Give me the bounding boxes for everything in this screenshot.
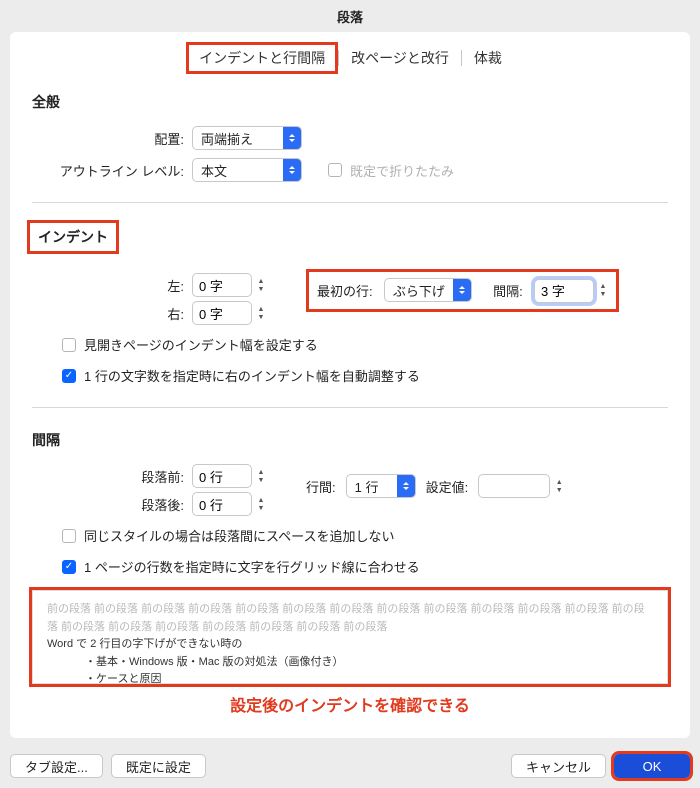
after-input[interactable] (192, 492, 252, 516)
preview-line2: ・基本・Windows 版・Mac 版の対処法（画像付き） (47, 654, 653, 672)
tabs-settings-button[interactable]: タブ設定... (10, 754, 103, 778)
divider (32, 407, 668, 408)
chevron-down-icon: ▼ (598, 291, 608, 299)
chevron-up-icon: ▲ (598, 283, 608, 291)
firstline-gap-stepper[interactable]: ▲▼ (534, 279, 608, 303)
firstline-label: 最初の行: (317, 284, 373, 299)
chevron-down-icon: ▼ (256, 476, 266, 484)
after-stepper[interactable]: ▲▼ (192, 492, 266, 516)
row-outline: アウトライン レベル: 本文 既定で折りたたみ (32, 158, 668, 182)
indent-left-input[interactable] (192, 273, 252, 297)
firstline-gap-label: 間隔: (493, 284, 523, 299)
dialog-title: 段落 (337, 7, 363, 26)
chevron-up-icon: ▲ (256, 305, 266, 313)
collapse-label: 既定で折りたたみ (350, 161, 454, 180)
tab-indent-spacing[interactable]: インデントと行間隔 (186, 42, 338, 74)
firstline-gap-input[interactable] (534, 279, 594, 303)
stepper-arrows[interactable]: ▲▼ (554, 478, 564, 494)
chevron-down-icon: ▼ (256, 313, 266, 321)
line-spacing-value: 1 行 (346, 474, 416, 498)
dialog-footer: タブ設定... 既定に設定 キャンセル OK (0, 746, 700, 788)
chevron-up-icon: ▲ (554, 478, 564, 486)
chevron-down-icon: ▼ (256, 285, 266, 293)
section-general-title: 全般 (32, 92, 668, 112)
cancel-button[interactable]: キャンセル (511, 754, 606, 778)
alignment-label: 配置: (32, 129, 192, 148)
after-label: 段落後: (32, 495, 192, 514)
section-indent-title: インデント (32, 225, 114, 249)
collapse-checkbox (328, 163, 342, 177)
annotation-text: 設定後のインデントを確認できる (32, 692, 668, 716)
divider (32, 202, 668, 203)
indent-area: 左: ▲▼ 右: ▲▼ 最初の行: (32, 269, 668, 329)
snap-label: 1 ページの行数を指定時に文字を行グリッド線に合わせる (84, 557, 420, 576)
line-spacing-select[interactable]: 1 行 (346, 474, 416, 498)
stepper-arrows[interactable]: ▲▼ (256, 468, 266, 484)
snap-row[interactable]: ✓ 1 ページの行数を指定時に文字を行グリッド線に合わせる (62, 557, 668, 576)
nosame-checkbox[interactable] (62, 529, 76, 543)
tab-bar: インデントと行間隔 改ページと改行 体裁 (32, 42, 668, 74)
indent-right-stepper[interactable]: ▲▼ (192, 301, 266, 325)
before-input[interactable] (192, 464, 252, 488)
mirror-checkbox[interactable] (62, 338, 76, 352)
ok-button[interactable]: OK (614, 754, 690, 778)
indent-firstline-group: 最初の行: ぶら下げ 間隔: ▲▼ (306, 269, 619, 312)
chevron-up-icon: ▲ (256, 468, 266, 476)
stepper-arrows[interactable]: ▲▼ (256, 496, 266, 512)
line-spacing-label: 行間: (306, 477, 336, 496)
alignment-value: 両端揃え (192, 126, 302, 150)
nosame-row[interactable]: 同じスタイルの場合は段落間にスペースを追加しない (62, 526, 668, 545)
indent-left-label: 左: (32, 276, 192, 295)
nosame-label: 同じスタイルの場合は段落間にスペースを追加しない (84, 526, 394, 545)
row-alignment: 配置: 両端揃え (32, 126, 668, 150)
auto-checkbox[interactable]: ✓ (62, 369, 76, 383)
tab-page-breaks[interactable]: 改ページと改行 (339, 44, 461, 72)
outline-label: アウトライン レベル: (32, 161, 192, 180)
stepper-arrows[interactable]: ▲▼ (598, 283, 608, 299)
dialog-content: インデントと行間隔 改ページと改行 体裁 全般 配置: 両端揃え アウトライン … (10, 32, 690, 738)
auto-label: 1 行の文字数を指定時に右のインデント幅を自動調整する (84, 366, 420, 385)
outline-value: 本文 (192, 158, 302, 182)
indent-left-stepper[interactable]: ▲▼ (192, 273, 266, 297)
snap-checkbox[interactable]: ✓ (62, 560, 76, 574)
set-value-stepper[interactable]: ▲▼ (478, 474, 564, 498)
preview-ghost: 前の段落 前の段落 前の段落 前の段落 前の段落 前の段落 前の段落 前の段落 … (47, 601, 653, 636)
preview-line3: ・ケースと原因 (47, 671, 653, 684)
indent-right-label: 右: (32, 304, 192, 323)
auto-indent-row[interactable]: ✓ 1 行の文字数を指定時に右のインデント幅を自動調整する (62, 366, 668, 385)
alignment-select[interactable]: 両端揃え (192, 126, 302, 150)
preview-box: 前の段落 前の段落 前の段落 前の段落 前の段落 前の段落 前の段落 前の段落 … (32, 590, 668, 684)
before-stepper[interactable]: ▲▼ (192, 464, 266, 488)
set-value-label: 設定値: (426, 477, 469, 496)
section-spacing-title: 間隔 (32, 430, 668, 450)
chevron-up-icon: ▲ (256, 496, 266, 504)
chevron-down-icon: ▼ (554, 486, 564, 494)
set-value-input[interactable] (478, 474, 550, 498)
stepper-arrows[interactable]: ▲▼ (256, 305, 266, 321)
tab-typography[interactable]: 体裁 (462, 44, 514, 72)
mirror-label: 見開きページのインデント幅を設定する (84, 335, 318, 354)
outline-select[interactable]: 本文 (192, 158, 302, 182)
preview-line1: Word で 2 行目の字下げができない時の (47, 636, 653, 654)
stepper-arrows[interactable]: ▲▼ (256, 277, 266, 293)
indent-right-input[interactable] (192, 301, 252, 325)
firstline-value: ぶら下げ (384, 278, 472, 302)
set-default-button[interactable]: 既定に設定 (111, 754, 206, 778)
dialog-window: 段落 インデントと行間隔 改ページと改行 体裁 全般 配置: 両端揃え アウトラ… (0, 0, 700, 788)
before-label: 段落前: (32, 467, 192, 486)
mirror-indent-row[interactable]: 見開きページのインデント幅を設定する (62, 335, 668, 354)
chevron-up-icon: ▲ (256, 277, 266, 285)
titlebar: 段落 (0, 0, 700, 32)
chevron-down-icon: ▼ (256, 504, 266, 512)
firstline-select[interactable]: ぶら下げ (384, 278, 472, 302)
